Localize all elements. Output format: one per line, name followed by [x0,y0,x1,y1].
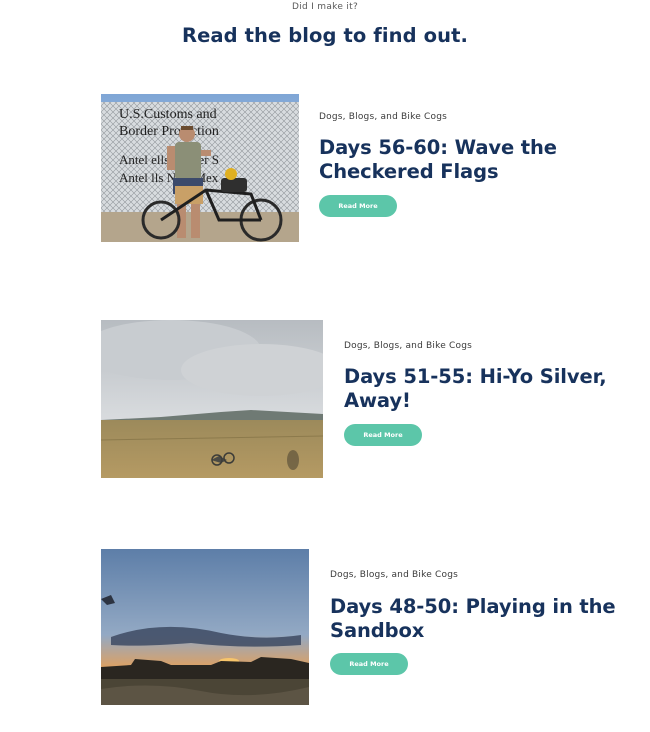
read-more-button[interactable]: Read More [330,653,408,675]
post-title-line: Days 51-55: Hi-Yo Silver, [344,365,607,388]
post-category[interactable]: Dogs, Blogs, and Bike Cogs [330,570,458,580]
post-title-line: Days 48-50: Playing in the [330,595,616,618]
post-thumbnail-desert-sunset[interactable] [101,549,309,705]
read-more-button[interactable]: Read More [344,424,422,446]
post-category[interactable]: Dogs, Blogs, and Bike Cogs [344,341,472,351]
post-thumbnail-prairie-storm[interactable] [101,320,323,478]
sign-text-line1: U.S.Customs and [119,107,217,122]
post-title-line: Sandbox [330,619,425,642]
post-thumbnail-border-crossing[interactable]: U.S.Customs and Border Protection Antel … [101,94,299,242]
post-title-line: Checkered Flags [319,160,499,183]
section-title: Read the blog to find out. [181,24,469,47]
post-category[interactable]: Dogs, Blogs, and Bike Cogs [319,112,447,122]
sign-text-line4: Antel lls New Mex [119,170,219,185]
post-title[interactable]: Days 56-60: Wave the Checkered Flags [319,136,557,184]
read-more-button[interactable]: Read More [319,195,397,217]
section-eyebrow: Did I make it? [291,2,359,12]
post-title-line: Away! [344,389,411,412]
post-title-line: Days 56-60: Wave the [319,136,557,159]
post-title[interactable]: Days 48-50: Playing in the Sandbox [330,595,616,643]
sign-text-line2: Border Protection [119,124,219,139]
post-title[interactable]: Days 51-55: Hi-Yo Silver, Away! [344,365,607,413]
